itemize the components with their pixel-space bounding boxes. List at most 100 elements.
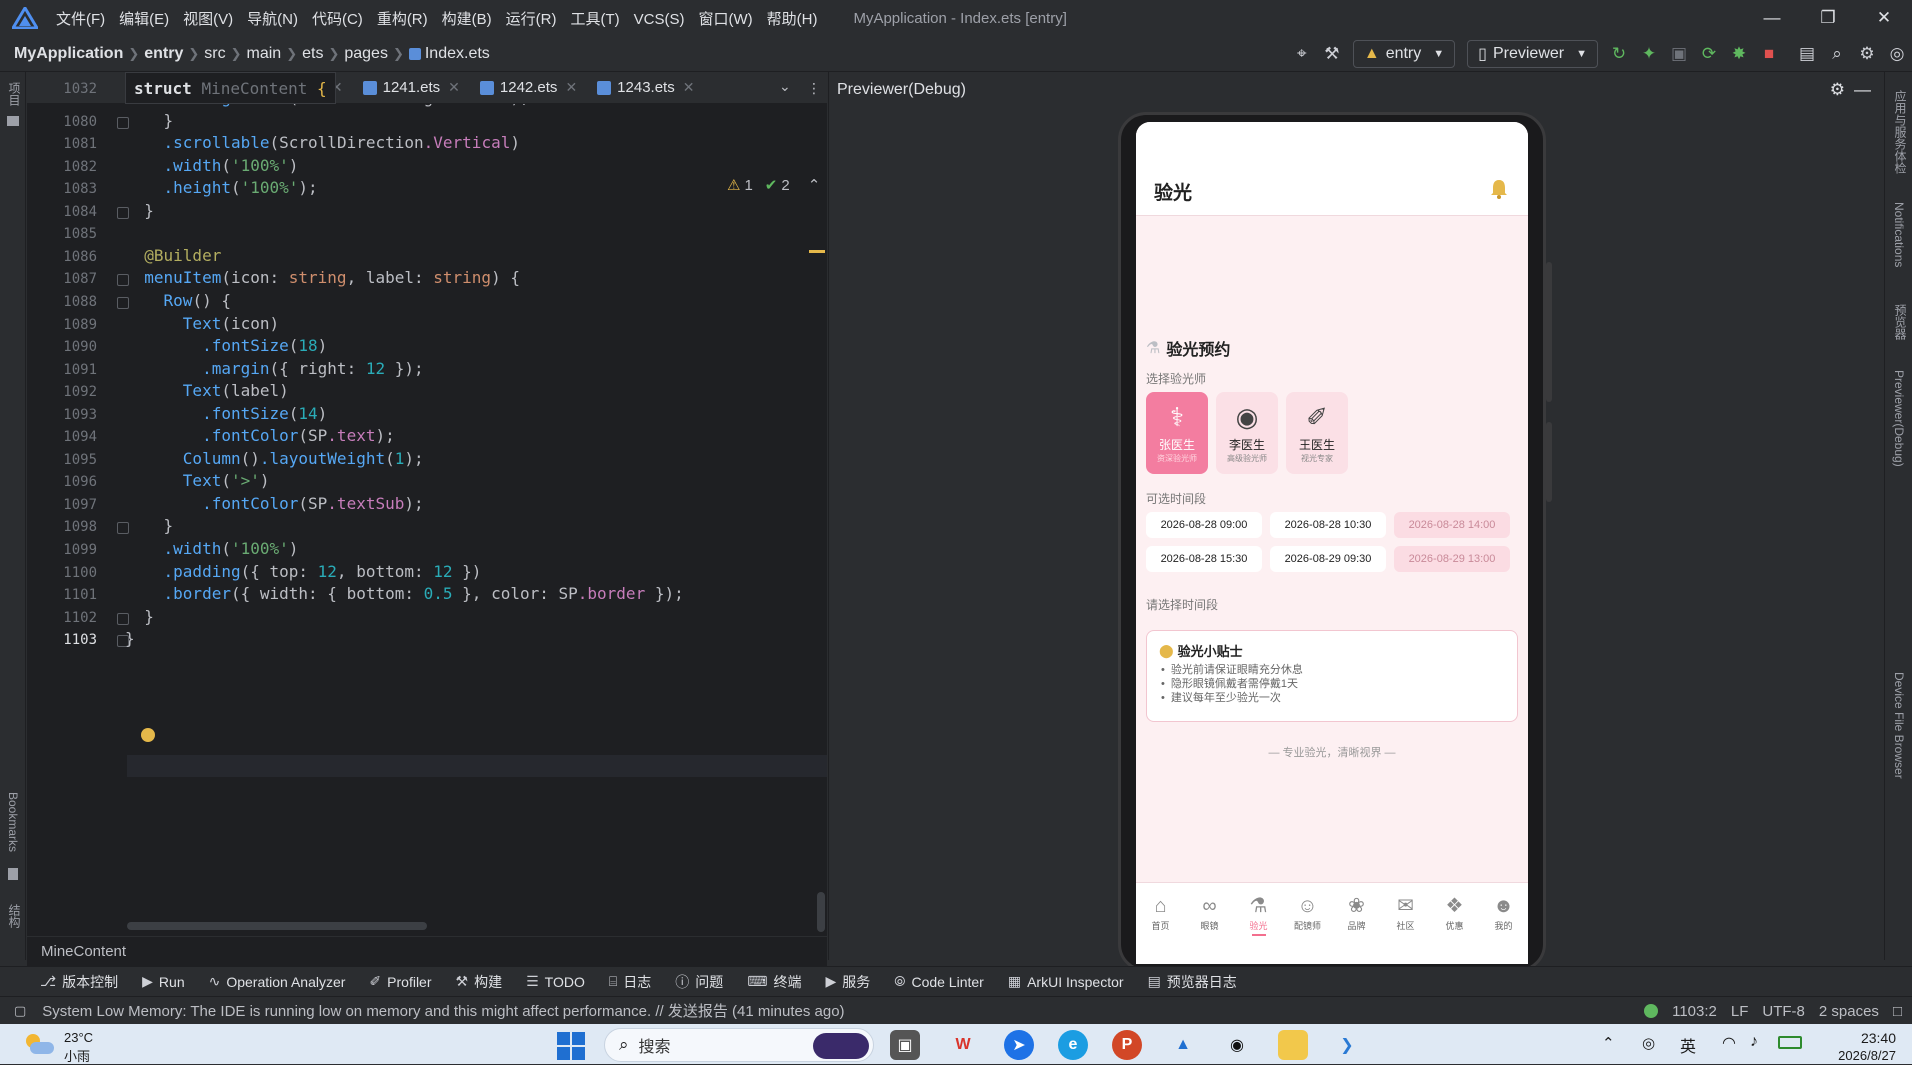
- caret-position[interactable]: 1103:2: [1672, 1003, 1717, 1020]
- code-line[interactable]: }: [125, 201, 154, 220]
- battery-icon[interactable]: [1778, 1036, 1802, 1049]
- time-slot[interactable]: 2026-08-29 09:30: [1270, 546, 1386, 572]
- tool-window-button[interactable]: ✐ Profiler: [369, 973, 431, 990]
- tray-app-icon[interactable]: ◎: [1642, 1034, 1655, 1052]
- code-line[interactable]: .fontColor(SP.text);: [125, 426, 395, 445]
- taskbar-search[interactable]: ⌕ 搜索: [604, 1028, 874, 1062]
- project-tool-button[interactable]: 项目: [6, 82, 23, 106]
- powerpoint-icon[interactable]: P: [1112, 1030, 1142, 1060]
- code-line[interactable]: .width('100%'): [125, 156, 299, 175]
- tool-window-button[interactable]: ▦ ArkUI Inspector: [1008, 973, 1124, 990]
- feishu-icon[interactable]: ➤: [1004, 1030, 1034, 1060]
- tool-window-button[interactable]: ⌨ 终端: [747, 972, 801, 992]
- bell-icon[interactable]: [1488, 178, 1510, 200]
- breadcrumb-item[interactable]: pages: [344, 45, 388, 63]
- account-icon[interactable]: ◎: [1882, 39, 1912, 69]
- rerun-icon[interactable]: ↻: [1604, 39, 1634, 69]
- apply-changes-icon[interactable]: ⟳: [1694, 39, 1724, 69]
- tool-window-button[interactable]: ▤ 预览器日志: [1148, 972, 1237, 992]
- code-line[interactable]: .fontColor(SP.textSub);: [125, 494, 424, 513]
- locate-icon[interactable]: ⌖: [1287, 39, 1317, 69]
- code-line[interactable]: Text('>'): [125, 471, 270, 490]
- structure-breadcrumb[interactable]: MineContent: [27, 936, 827, 966]
- line-separator[interactable]: LF: [1731, 1003, 1749, 1020]
- chevron-up-icon[interactable]: ⌃: [808, 176, 821, 194]
- code-line[interactable]: .padding({ top: 12, bottom: 12 }): [125, 562, 482, 581]
- tool-window-button[interactable]: ⦾ Code Linter: [894, 973, 984, 990]
- code-line[interactable]: }: [125, 629, 135, 648]
- tab-optician[interactable]: ☺ 配镜师: [1283, 883, 1332, 964]
- tray-chevron-icon[interactable]: ⌃: [1602, 1034, 1615, 1052]
- wifi-icon[interactable]: ◠: [1722, 1033, 1736, 1053]
- tool-window-button[interactable]: ▶ 服务: [825, 972, 870, 992]
- time-slot[interactable]: 2026-08-28 09:00: [1146, 512, 1262, 538]
- tool-window-button[interactable]: ⓘ 问题: [675, 972, 723, 992]
- edge-icon[interactable]: e: [1058, 1030, 1088, 1060]
- menu-item[interactable]: 构建(B): [442, 11, 492, 28]
- tab-glasses[interactable]: ∞ 眼镜: [1185, 883, 1234, 964]
- time-slot[interactable]: 2026-08-28 15:30: [1146, 546, 1262, 572]
- right-tool-button[interactable]: 应用与服务体检: [1892, 90, 1909, 174]
- structure-tool-button[interactable]: 结构: [6, 904, 23, 928]
- weather-desc[interactable]: 小雨: [64, 1046, 90, 1065]
- menu-item[interactable]: VCS(S): [634, 11, 685, 28]
- breadcrumb-item[interactable]: Index.ets: [425, 45, 490, 63]
- task-view-icon[interactable]: ▣: [890, 1030, 920, 1060]
- attach-debugger-icon[interactable]: ▣: [1664, 39, 1694, 69]
- more-tabs-icon[interactable]: ⋮: [807, 80, 821, 97]
- close-icon[interactable]: ✕: [1856, 0, 1912, 36]
- minimize-icon[interactable]: —: [1744, 0, 1800, 36]
- time-slot[interactable]: 2026-08-28 14:00: [1394, 512, 1510, 538]
- tab-microscope[interactable]: ⚗ 验光: [1234, 883, 1283, 964]
- breadcrumb-item[interactable]: MyApplication: [14, 45, 123, 63]
- code-line[interactable]: }: [125, 111, 174, 130]
- editor-tab[interactable]: 1243.ets ✕: [587, 72, 704, 104]
- horizontal-scrollbar[interactable]: [127, 922, 427, 930]
- breadcrumb-item[interactable]: main: [247, 45, 282, 63]
- clock-time[interactable]: 23:40: [1836, 1030, 1896, 1046]
- doctor-card[interactable]: ✐ 王医生 视光专家: [1286, 392, 1348, 474]
- device-select[interactable]: ▯ Previewer ▼: [1467, 40, 1598, 68]
- tab-community[interactable]: ✉ 社区: [1381, 883, 1430, 964]
- menu-item[interactable]: 帮助(H): [767, 11, 818, 28]
- tab-close-icon[interactable]: ✕: [565, 79, 577, 96]
- code-line[interactable]: Row() {: [125, 291, 231, 310]
- doctor-card[interactable]: ⚕ 张医生 资深验光师: [1146, 392, 1208, 474]
- panel-toggle-icon[interactable]: ▢: [14, 1003, 26, 1019]
- right-tool-button[interactable]: 预览器: [1892, 304, 1909, 340]
- gear-icon[interactable]: ⚙: [1830, 80, 1845, 100]
- code-line[interactable]: .width('100%'): [125, 539, 299, 558]
- code-editor[interactable]: 1079108010811082108310841085108610871088…: [27, 72, 851, 936]
- profile-icon[interactable]: ✸: [1724, 39, 1754, 69]
- breadcrumb-item[interactable]: ets: [302, 45, 323, 63]
- menu-item[interactable]: 代码(C): [312, 11, 363, 28]
- code-line[interactable]: Text(icon): [125, 314, 279, 333]
- menu-item[interactable]: 编辑(E): [119, 11, 169, 28]
- sticky-scroll-line[interactable]: struct MineContent {: [125, 72, 336, 104]
- editor-tab[interactable]: 1242.ets ✕: [470, 72, 587, 104]
- code-line[interactable]: @Builder: [125, 246, 221, 265]
- right-tool-button[interactable]: Previewer(Debug): [1892, 370, 1906, 467]
- vscode-icon[interactable]: ❯: [1332, 1030, 1362, 1060]
- breadcrumb-item[interactable]: src: [204, 45, 225, 63]
- tab-brand-tag[interactable]: ❀ 品牌: [1332, 883, 1381, 964]
- hammer-icon[interactable]: ⚒: [1317, 39, 1347, 69]
- search-icon[interactable]: ⌕: [1822, 39, 1852, 69]
- restore-icon[interactable]: ❐: [1800, 0, 1856, 36]
- qq-icon[interactable]: ◉: [1222, 1030, 1252, 1060]
- minimize-panel-icon[interactable]: —: [1854, 80, 1871, 100]
- debug-icon[interactable]: ✦: [1634, 39, 1664, 69]
- menu-item[interactable]: 窗口(W): [698, 11, 752, 28]
- lightbulb-icon[interactable]: [141, 728, 155, 742]
- bookmarks-tool-button[interactable]: Bookmarks: [6, 792, 20, 852]
- right-tool-button[interactable]: Device File Browser: [1892, 672, 1906, 779]
- tab-coupon[interactable]: ❖ 优惠: [1430, 883, 1479, 964]
- code-line[interactable]: Column().layoutWeight(1);: [125, 449, 424, 468]
- code-line[interactable]: menuItem(icon: string, label: string) {: [125, 268, 520, 287]
- tab-close-icon[interactable]: ✕: [448, 79, 460, 96]
- indent-setting[interactable]: 2 spaces: [1819, 1003, 1879, 1020]
- menu-item[interactable]: 重构(R): [377, 11, 428, 28]
- menu-item[interactable]: 视图(V): [183, 11, 233, 28]
- tool-window-button[interactable]: ▶ Run: [142, 973, 184, 990]
- tabs-dropdown-icon[interactable]: ⌄: [779, 78, 791, 95]
